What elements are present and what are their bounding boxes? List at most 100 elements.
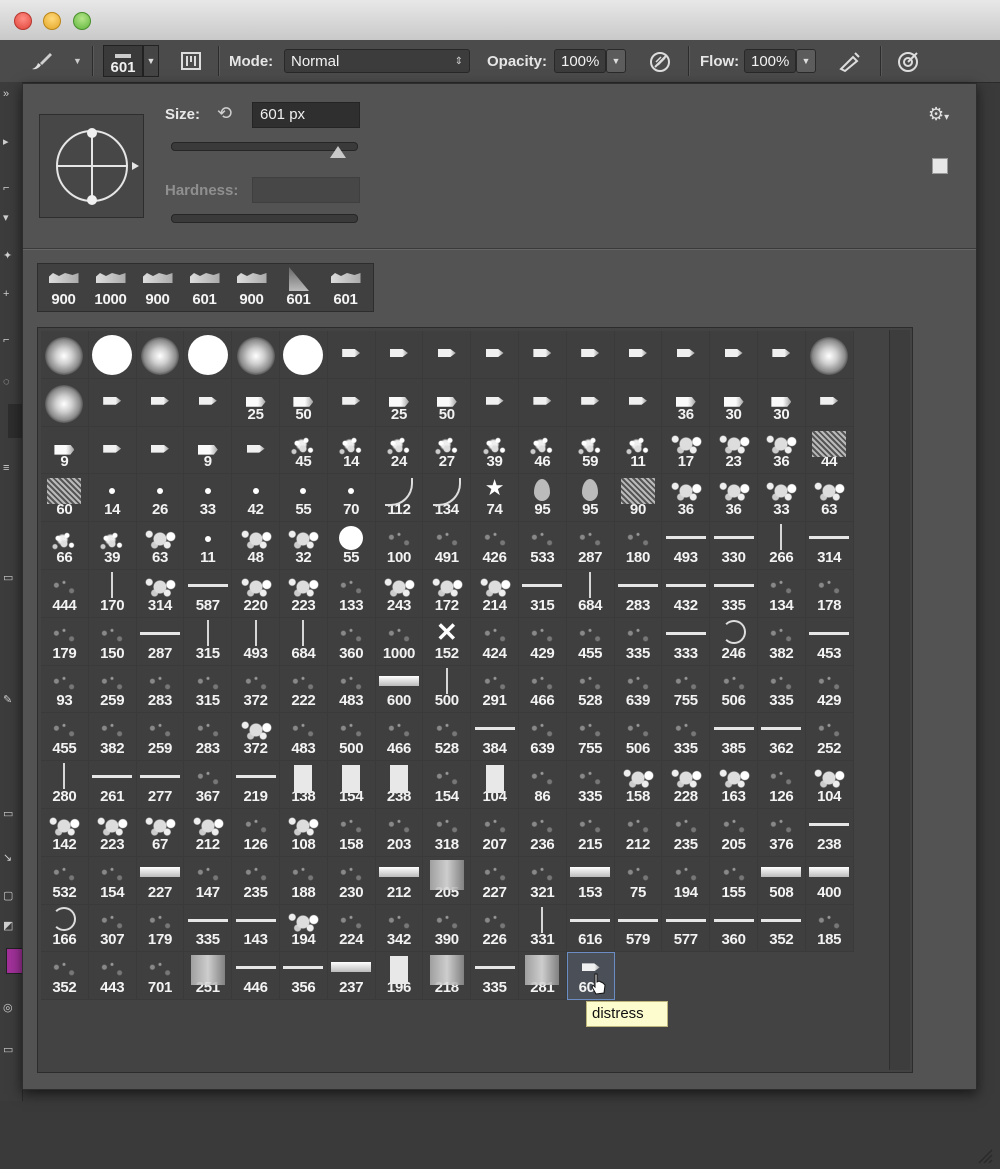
brush-preset-item[interactable]: 138 — [279, 761, 328, 809]
brush-preset-item[interactable]: 179 — [41, 617, 89, 666]
brush-preset-item[interactable] — [327, 378, 376, 427]
brush-preset-item[interactable]: 126 — [232, 808, 280, 857]
brush-preset-item[interactable]: 362 — [757, 713, 806, 762]
brush-preset-item[interactable]: 55 — [327, 522, 376, 570]
brush-preset-item[interactable]: 17 — [662, 426, 711, 475]
brush-preset-item[interactable]: 48 — [232, 522, 280, 570]
brush-preset-item[interactable]: 155 — [710, 856, 758, 905]
brush-preset-item[interactable]: 318 — [423, 808, 472, 857]
brush-preset-item[interactable]: 104 — [805, 761, 854, 809]
tool-icon[interactable]: ≡ — [3, 462, 15, 474]
brush-preset-item[interactable]: 251 — [184, 952, 233, 1001]
brush-preset-item[interactable]: 227 — [136, 856, 185, 905]
brush-preset-item[interactable]: 230 — [327, 856, 376, 905]
brush-preset-item[interactable] — [184, 331, 233, 379]
default-colors-icon[interactable]: ◩ — [3, 920, 15, 932]
brush-preset-item[interactable]: 158 — [327, 808, 376, 857]
brush-preset-item[interactable]: 226 — [471, 904, 519, 953]
brush-preset-item[interactable]: 252 — [805, 713, 854, 762]
brush-preset-item[interactable]: 112 — [375, 474, 424, 523]
screen-mode-icon[interactable]: ▭ — [3, 1044, 15, 1056]
brush-preset-item[interactable]: 466 — [518, 665, 567, 714]
brush-preset-item[interactable]: 26 — [136, 474, 185, 523]
chevron-down-icon[interactable]: ▼ — [143, 45, 159, 77]
brush-preset-item[interactable]: 95 — [518, 474, 567, 523]
brush-preset-item[interactable] — [471, 378, 519, 427]
brush-preset-item[interactable]: 153 — [566, 856, 615, 905]
brush-preset-item[interactable]: 243 — [375, 569, 424, 618]
brush-preset-item[interactable]: 238 — [805, 808, 854, 857]
brush-preset-item[interactable]: 32 — [279, 522, 328, 570]
brush-preset-item[interactable]: 321 — [518, 856, 567, 905]
brush-preset-item[interactable]: 506 — [614, 713, 663, 762]
brush-preset-item[interactable] — [471, 331, 519, 379]
tool-icon[interactable]: + — [3, 288, 15, 300]
brush-preset-item[interactable]: 142 — [41, 808, 89, 857]
brush-preset-item[interactable]: 228 — [662, 761, 711, 809]
brush-icon[interactable] — [28, 48, 56, 74]
brush-preset-item[interactable] — [614, 331, 663, 379]
brush-preset-item[interactable]: 33 — [757, 474, 806, 523]
brush-preset-item[interactable]: 194 — [662, 856, 711, 905]
brush-preset-item[interactable]: 314 — [805, 522, 854, 570]
brush-preset-item[interactable]: 14 — [88, 474, 137, 523]
brush-preset-item[interactable]: 36 — [662, 378, 711, 427]
brush-preset-item[interactable]: 25 — [375, 378, 424, 427]
brush-preset-item[interactable]: 203 — [375, 808, 424, 857]
brush-preset-item[interactable]: 528 — [566, 665, 615, 714]
brush-preset-item[interactable]: 1000 — [375, 617, 424, 666]
brush-preset-item[interactable]: 283 — [136, 665, 185, 714]
brush-preset-item[interactable]: 223 — [279, 569, 328, 618]
brush-preset-item[interactable]: 587 — [184, 569, 233, 618]
brush-preset-item[interactable]: 63 — [136, 522, 185, 570]
brush-preset-item[interactable]: 384 — [471, 713, 519, 762]
brush-preset-item[interactable] — [375, 331, 424, 379]
brush-preset-item[interactable]: 9 — [41, 426, 89, 475]
hardness-slider[interactable] — [171, 214, 358, 223]
brush-preset-item[interactable]: 360 — [327, 617, 376, 666]
brush-preset-item[interactable]: 277 — [136, 761, 185, 809]
resize-grip-icon[interactable] — [975, 1146, 993, 1164]
brush-preset-item[interactable]: 287 — [566, 522, 615, 570]
brush-preset-item[interactable]: 147 — [184, 856, 233, 905]
quick-mask-icon[interactable]: ◎ — [3, 1002, 15, 1014]
brush-preset-item[interactable]: 219 — [232, 761, 280, 809]
brush-preset-item[interactable]: 134 — [423, 474, 472, 523]
brush-preset-item[interactable]: 36 — [710, 474, 758, 523]
brush-preset-item[interactable]: 335 — [710, 569, 758, 618]
tool-icon[interactable]: ↘ — [3, 852, 15, 864]
brush-preset-item[interactable]: 390 — [423, 904, 472, 953]
brush-preset-item[interactable]: ★ 74 — [471, 474, 519, 523]
brush-preset-item[interactable]: 315 — [518, 569, 567, 618]
brush-preset-item[interactable]: 352 — [757, 904, 806, 953]
brush-preset-item[interactable]: 207 — [471, 808, 519, 857]
brush-preset-item[interactable]: 90 — [614, 474, 663, 523]
brush-preset-item[interactable]: 491 — [423, 522, 472, 570]
brush-preset-item[interactable]: 46 — [518, 426, 567, 475]
brush-preset-item[interactable]: 24 — [375, 426, 424, 475]
brush-preset-item[interactable]: 382 — [757, 617, 806, 666]
brush-preset-item[interactable]: 212 — [614, 808, 663, 857]
brush-preset-item[interactable]: 235 — [232, 856, 280, 905]
brush-preset-item[interactable]: 150 — [88, 617, 137, 666]
recent-brush-item[interactable]: 1000 — [87, 265, 134, 311]
brush-preset-item[interactable]: 172 — [423, 569, 472, 618]
brush-preset-item[interactable]: 143 — [232, 904, 280, 953]
brush-preset-item[interactable]: 429 — [805, 665, 854, 714]
brush-preset-item[interactable]: 281 — [518, 952, 567, 1001]
reset-icon[interactable]: ⟲ — [217, 103, 232, 124]
brush-preset-item[interactable]: 36 — [757, 426, 806, 475]
brush-preset-item[interactable]: 259 — [136, 713, 185, 762]
chevron-down-icon[interactable]: ▼ — [73, 56, 82, 66]
brush-preset-item[interactable]: 44 — [805, 426, 854, 475]
brush-preset-item[interactable]: 236 — [518, 808, 567, 857]
recent-brush-item[interactable]: 601 — [275, 265, 322, 311]
brush-preset-item[interactable]: 185 — [805, 904, 854, 953]
brush-preset-item[interactable]: 227 — [471, 856, 519, 905]
brush-preset-item[interactable]: 178 — [805, 569, 854, 618]
brush-preset-item[interactable]: 42 — [232, 474, 280, 523]
brush-preset-item[interactable]: 50 — [279, 378, 328, 427]
brush-preset-item[interactable]: 23 — [710, 426, 758, 475]
brush-preset-item[interactable]: 104 — [471, 761, 519, 809]
brush-preset-item[interactable] — [184, 378, 233, 427]
